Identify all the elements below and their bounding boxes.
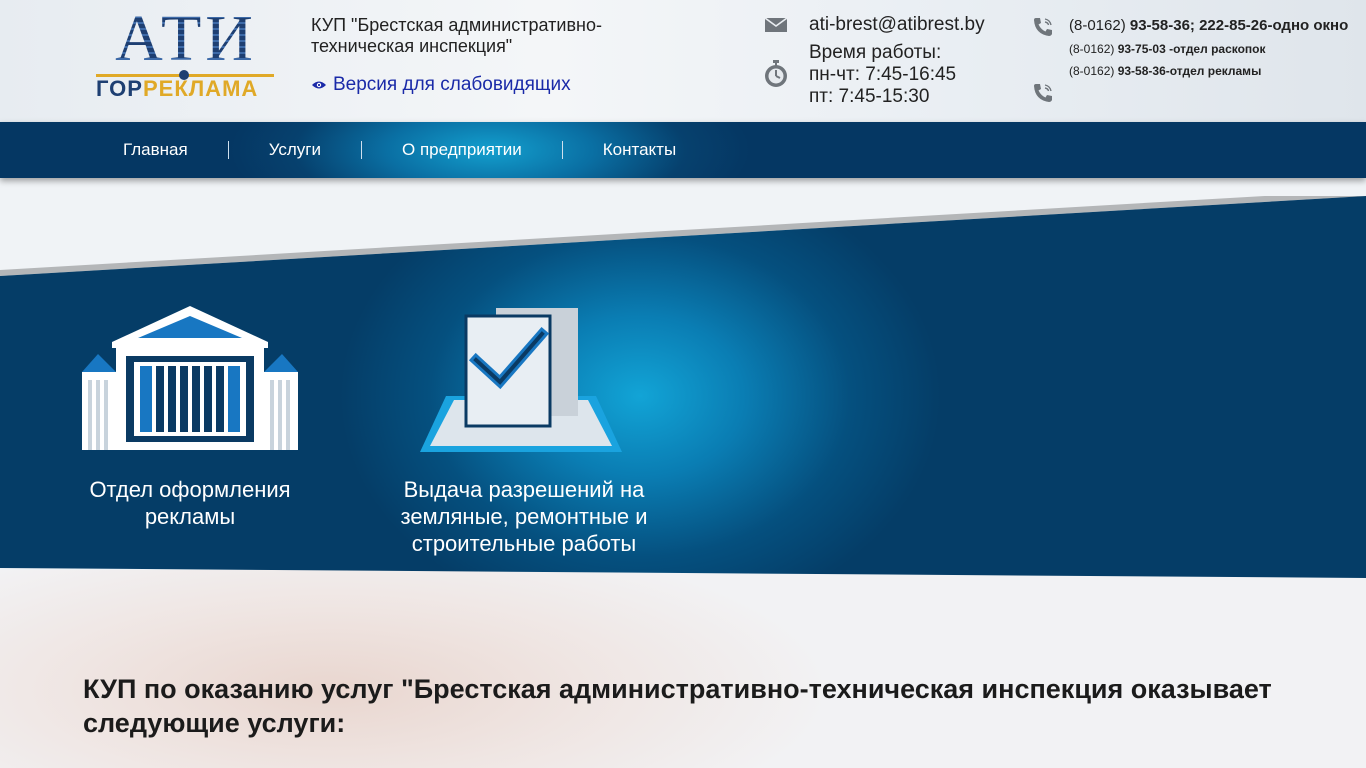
- working-hours-label: Время работы:: [809, 42, 942, 63]
- mail-icon: [765, 18, 787, 32]
- stopwatch-icon: [765, 60, 787, 87]
- phone-excavation-code: (8-0162): [1069, 42, 1115, 56]
- low-vision-version-label: Версия для слабовидящих: [333, 74, 571, 95]
- site-logo[interactable]: АТИ ГОРРЕКЛАМА: [96, 6, 276, 104]
- document-check-icon: [420, 308, 622, 452]
- contact-email[interactable]: ati-brest@atibrest.by: [809, 14, 985, 36]
- logo-main-text: АТИ: [98, 6, 274, 72]
- phone-icon: [1034, 18, 1052, 36]
- phone-main-code: (8-0162): [1069, 17, 1126, 34]
- logo-subtitle: ГОРРЕКЛАМА: [96, 78, 276, 100]
- logo-subtitle-part-2: РЕКЛАМА: [142, 76, 259, 101]
- working-hours-mon-thu: пн-чт: 7:45-16:45: [809, 64, 957, 85]
- organization-name: КУП "Брестская административно-техническ…: [311, 15, 602, 56]
- service-card-permits-title: Выдача разрешений на земляные, ремонтные…: [400, 477, 648, 556]
- phone-main-number: 93-58-36; 222-85-26-одно окно: [1129, 17, 1349, 34]
- low-vision-version-link[interactable]: Версия для слабовидящих: [311, 74, 571, 96]
- nav-item-home[interactable]: Главная: [83, 140, 228, 160]
- phone-excavation-number: 93-75-03 -отдел раскопок: [1117, 42, 1266, 56]
- nav-menu: Главная Услуги О предприятии Контакты: [83, 122, 716, 178]
- site-header: АТИ ГОРРЕКЛАМА КУП "Брестская администра…: [0, 0, 1366, 122]
- working-hours-fri: пт: 7:45-15:30: [809, 86, 930, 107]
- services-heading: КУП по оказанию услуг "Брестская админис…: [83, 674, 1272, 738]
- phone-icon-secondary: [1034, 84, 1052, 102]
- phone-excavation-dept[interactable]: (8-0162) 93-75-03 -отдел раскопок: [1069, 42, 1266, 56]
- logo-subtitle-part-1: ГОР: [96, 76, 143, 101]
- nav-item-about[interactable]: О предприятии: [362, 140, 562, 160]
- nav-item-services[interactable]: Услуги: [229, 140, 361, 160]
- nav-item-contacts[interactable]: Контакты: [563, 140, 716, 160]
- phone-main[interactable]: (8-0162) 93-58-36; 222-85-26-одно окно: [1069, 17, 1348, 34]
- eye-icon: [312, 81, 326, 89]
- phone-advertising-number: 93-58-36-отдел рекламы: [1117, 64, 1262, 78]
- building-icon: [82, 306, 298, 450]
- phone-advertising-dept[interactable]: (8-0162) 93-58-36-отдел рекламы: [1069, 64, 1261, 78]
- main-navigation: Главная Услуги О предприятии Контакты: [0, 122, 1366, 178]
- service-card-advertising-title: Отдел оформления рекламы: [89, 477, 291, 529]
- phone-advertising-code: (8-0162): [1069, 64, 1115, 78]
